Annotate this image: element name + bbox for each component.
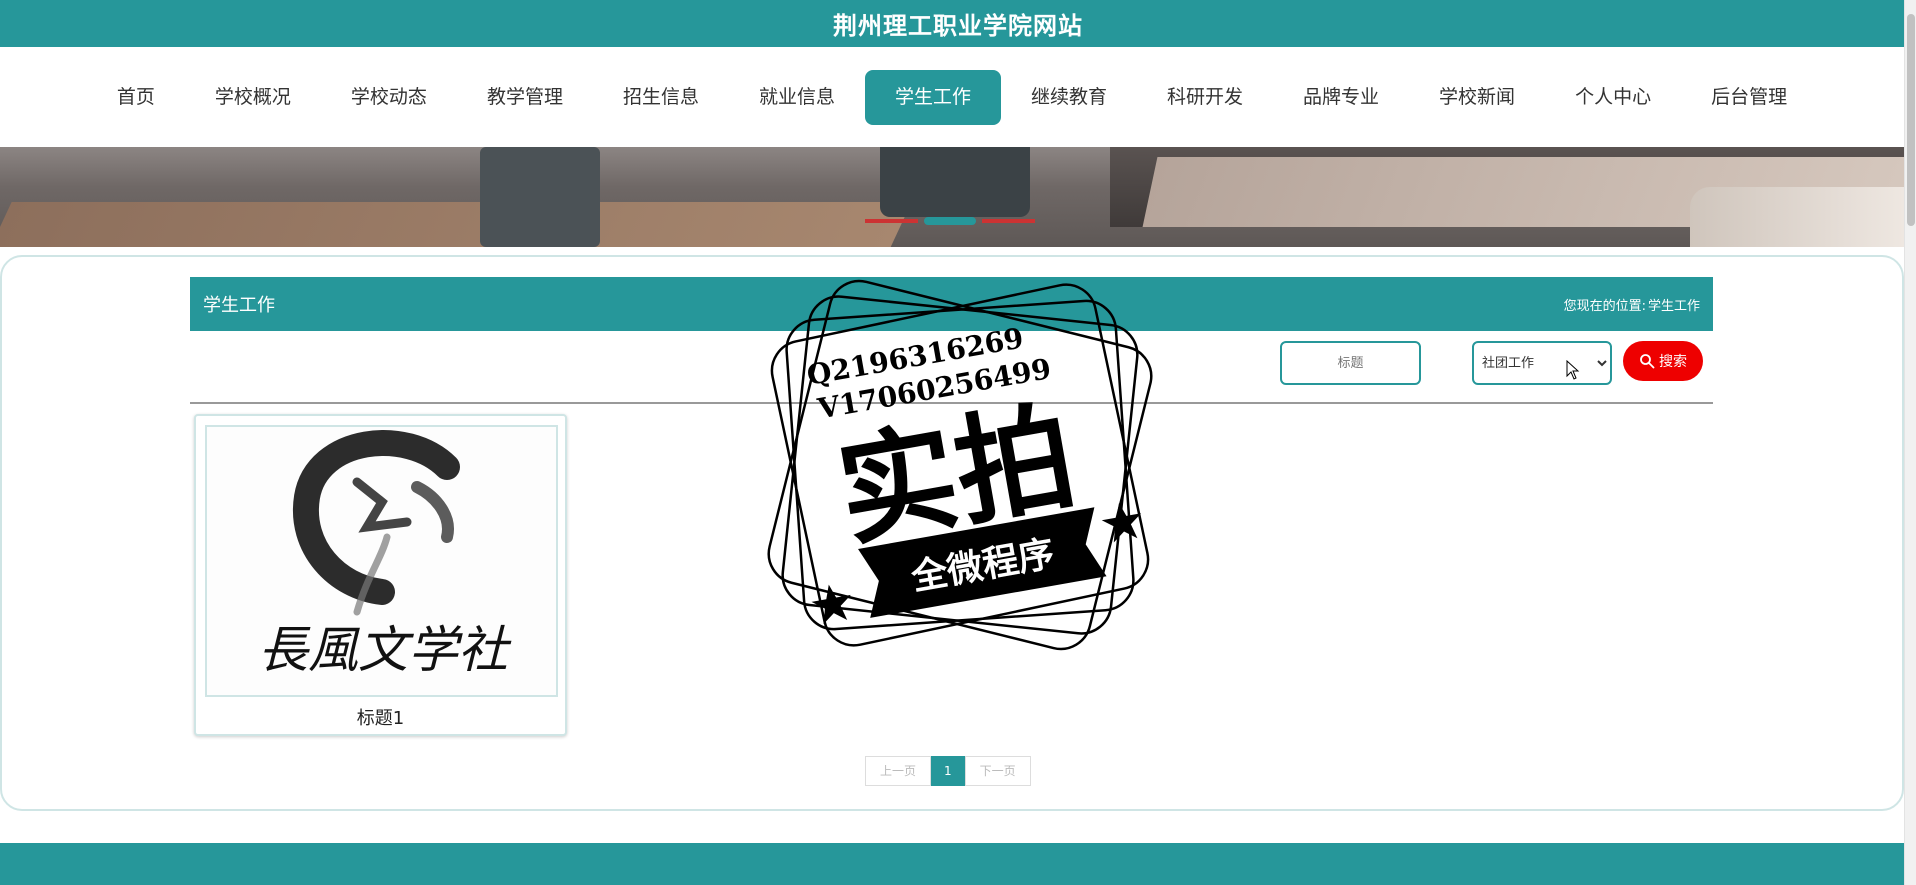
- list-item[interactable]: 長風文学社 标题1: [194, 414, 567, 736]
- nav-item-research[interactable]: 科研开发: [1137, 70, 1273, 125]
- nav-item-school-news[interactable]: 学校新闻: [1409, 70, 1545, 125]
- banner-dot[interactable]: [865, 219, 918, 223]
- footer-bar: [0, 843, 1904, 885]
- breadcrumb-current[interactable]: 学生工作: [1648, 295, 1700, 314]
- nav-item-admissions[interactable]: 招生信息: [593, 70, 729, 125]
- search-button-label: 搜索: [1659, 354, 1687, 370]
- scrollbar-thumb[interactable]: [1907, 14, 1915, 226]
- nav-item-brand-majors[interactable]: 品牌专业: [1273, 70, 1409, 125]
- main-navigation: 首页 学校概况 学校动态 教学管理 招生信息 就业信息 学生工作 继续教育 科研…: [0, 47, 1904, 147]
- site-title: 荆州理工职业学院网站: [833, 12, 1083, 40]
- nav-item-student-work[interactable]: 学生工作: [864, 69, 1001, 125]
- banner-desk-shape: [0, 202, 912, 247]
- search-button[interactable]: 搜索: [1623, 341, 1703, 381]
- page-number-current[interactable]: 1: [931, 756, 965, 786]
- mouse-cursor-icon: [1566, 360, 1580, 380]
- banner-dot-active[interactable]: [923, 217, 977, 225]
- nav-item-school-overview[interactable]: 学校概况: [185, 70, 321, 125]
- type-select[interactable]: 社团工作: [1472, 341, 1612, 385]
- calligraphy-text: 長風文学社: [258, 621, 512, 679]
- page-scrollbar[interactable]: [1904, 0, 1916, 885]
- nav-item-continuing-education[interactable]: 继续教育: [1001, 70, 1137, 125]
- breadcrumb: 您现在的位置: 学生工作: [1564, 295, 1700, 314]
- search-icon: [1640, 354, 1655, 369]
- banner-indicator[interactable]: [865, 217, 1036, 225]
- title-search-input[interactable]: [1280, 341, 1421, 385]
- next-page-button[interactable]: 下一页: [964, 756, 1031, 786]
- banner-image: [0, 147, 1904, 247]
- nav-item-teaching-management[interactable]: 教学管理: [457, 70, 593, 125]
- breadcrumb-prefix: 您现在的位置:: [1563, 298, 1646, 314]
- card-image[interactable]: 長風文学社: [205, 425, 558, 697]
- nav-item-school-news-dynamics[interactable]: 学校动态: [321, 70, 457, 125]
- pagination: 上一页 1 下一页: [865, 756, 1031, 786]
- banner-seat-shape: [1690, 187, 1904, 247]
- section-title: 学生工作: [203, 295, 275, 316]
- top-header-bar: 荆州理工职业学院网站: [0, 0, 1916, 47]
- card-title[interactable]: 标题1: [196, 704, 565, 730]
- banner-chair-back-shape: [880, 147, 1030, 217]
- nav-item-employment[interactable]: 就业信息: [729, 70, 865, 125]
- prev-page-button[interactable]: 上一页: [865, 756, 932, 786]
- banner-chair-shape: [480, 147, 600, 247]
- banner-dot[interactable]: [982, 219, 1036, 223]
- section-header: 学生工作 您现在的位置: 学生工作: [190, 277, 1713, 331]
- nav-item-personal-center[interactable]: 个人中心: [1545, 70, 1681, 125]
- nav-item-home[interactable]: 首页: [87, 70, 185, 125]
- search-bar: 社团工作 搜索: [190, 340, 1713, 404]
- nav-item-admin[interactable]: 后台管理: [1681, 70, 1817, 125]
- calligraphy-logo-image: 長風文学社: [258, 430, 512, 679]
